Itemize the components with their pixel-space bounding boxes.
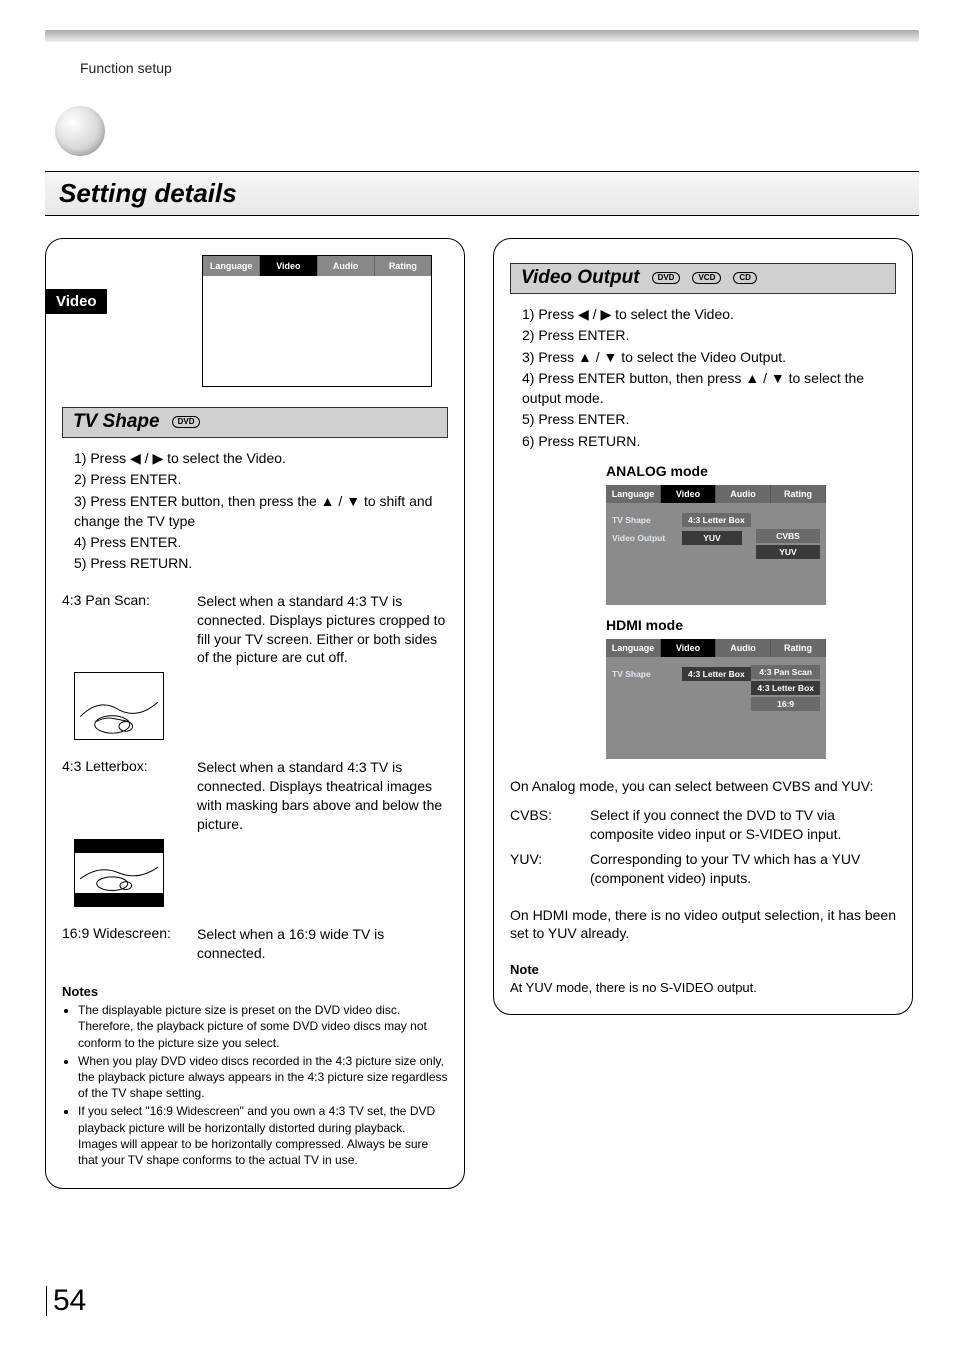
- option-row: 4:3 Letterbox: Select when a standard 4:…: [62, 758, 448, 834]
- step: 3) Press ▲ / ▼ to select the Video Outpu…: [522, 347, 896, 367]
- analog-osd-menu: Language Video Audio Rating TV Shape 4:3…: [606, 485, 826, 605]
- cd-tag: CD: [733, 272, 757, 284]
- notes-heading: Notes: [62, 983, 448, 1001]
- dvd-tag: DVD: [172, 416, 201, 428]
- menu-label: TV Shape: [612, 515, 676, 525]
- dvd-tag: DVD: [652, 272, 681, 284]
- osd-tab: Video: [260, 256, 317, 276]
- def-key: CVBS:: [510, 806, 590, 844]
- hdmi-osd-menu: Language Video Audio Rating TV Shape 4:3…: [606, 639, 826, 759]
- dropdown-item: 16:9: [751, 697, 820, 711]
- menu-value: 4:3 Letter Box: [682, 667, 751, 681]
- note-item: The displayable picture size is preset o…: [78, 1002, 448, 1051]
- option-row: 16:9 Widescreen: Select when a 16:9 wide…: [62, 925, 448, 963]
- step: 4) Press ENTER button, then press ▲ / ▼ …: [522, 368, 896, 409]
- step: 5) Press ENTER.: [522, 409, 896, 429]
- osd-tab: Video: [661, 639, 716, 657]
- video-output-header: Video Output DVD VCD CD: [510, 263, 896, 294]
- osd-tab: Video: [661, 485, 716, 503]
- left-panel: Video Language Video Audio Rating TV Sha…: [45, 238, 465, 1189]
- notes-block: Notes The displayable picture size is pr…: [62, 983, 448, 1168]
- note-block: Note At YUV mode, there is no S-VIDEO ou…: [510, 961, 896, 996]
- step: 1) Press ◀ / ▶ to select the Video.: [74, 448, 448, 468]
- note-item: When you play DVD video discs recorded i…: [78, 1053, 448, 1102]
- osd-tab: Rating: [771, 485, 826, 503]
- dropdown-item: 4:3 Pan Scan: [751, 665, 820, 679]
- option-row: 4:3 Pan Scan: Select when a standard 4:3…: [62, 592, 448, 668]
- option-desc: Select when a standard 4:3 TV is connect…: [197, 758, 448, 834]
- dropdown-item: CVBS: [756, 529, 820, 543]
- menu-value: YUV: [682, 531, 742, 545]
- menu-value: 4:3 Letter Box: [682, 513, 751, 527]
- osd-tab: Language: [606, 639, 661, 657]
- menu-label: TV Shape: [612, 669, 676, 679]
- page-top-gradient: [45, 30, 919, 42]
- tv-panscan-illustration: [74, 672, 164, 740]
- analog-mode-label: ANALOG mode: [606, 463, 896, 479]
- osd-tab: Rating: [375, 256, 431, 276]
- osd-tab: Language: [606, 485, 661, 503]
- section-heading: Video Output: [521, 267, 640, 289]
- output-definitions: CVBS:Select if you connect the DVD to TV…: [510, 806, 896, 888]
- step: 5) Press RETURN.: [74, 553, 448, 573]
- option-label: 4:3 Letterbox:: [62, 758, 187, 834]
- analog-body-text: On Analog mode, you can select between C…: [510, 777, 896, 796]
- note-body: At YUV mode, there is no S-VIDEO output.: [510, 980, 757, 995]
- page-title: Setting details: [59, 178, 905, 209]
- tv-letterbox-illustration: [74, 839, 164, 907]
- video-output-steps: 1) Press ◀ / ▶ to select the Video. 2) P…: [522, 304, 896, 451]
- video-tab-label: Video: [46, 289, 107, 314]
- osd-tab: Audio: [318, 256, 375, 276]
- tv-shape-header: TV Shape DVD: [62, 407, 448, 438]
- step: 1) Press ◀ / ▶ to select the Video.: [522, 304, 896, 324]
- page-number: 54: [46, 1286, 86, 1316]
- step: 4) Press ENTER.: [74, 532, 448, 552]
- bullet-icon: [55, 106, 105, 156]
- vcd-tag: VCD: [692, 272, 721, 284]
- note-heading: Note: [510, 961, 896, 979]
- dropdown-item: YUV: [756, 545, 820, 559]
- step: 2) Press ENTER.: [74, 469, 448, 489]
- option-desc: Select when a standard 4:3 TV is connect…: [197, 592, 448, 668]
- option-desc: Select when a 16:9 wide TV is connected.: [197, 925, 448, 963]
- def-key: YUV:: [510, 850, 590, 888]
- section-heading: TV Shape: [73, 411, 160, 433]
- def-value: Select if you connect the DVD to TV via …: [590, 806, 896, 844]
- tv-shape-steps: 1) Press ◀ / ▶ to select the Video. 2) P…: [74, 448, 448, 574]
- option-label: 4:3 Pan Scan:: [62, 592, 187, 668]
- option-label: 16:9 Widescreen:: [62, 925, 187, 963]
- right-panel: Video Output DVD VCD CD 1) Press ◀ / ▶ t…: [493, 238, 913, 1015]
- menu-label: Video Output: [612, 533, 676, 543]
- title-bar: Setting details: [45, 171, 919, 216]
- osd-tab: Audio: [716, 639, 771, 657]
- step: 3) Press ENTER button, then press the ▲ …: [74, 491, 448, 532]
- def-value: Corresponding to your TV which has a YUV…: [590, 850, 896, 888]
- osd-tab: Audio: [716, 485, 771, 503]
- hdmi-body-text: On HDMI mode, there is no video output s…: [510, 906, 896, 944]
- osd-preview-empty: Language Video Audio Rating: [202, 255, 432, 387]
- step: 6) Press RETURN.: [522, 431, 896, 451]
- step: 2) Press ENTER.: [522, 325, 896, 345]
- breadcrumb: Function setup: [80, 60, 919, 76]
- osd-tab: Language: [203, 256, 260, 276]
- dropdown-item: 4:3 Letter Box: [751, 681, 820, 695]
- osd-tab: Rating: [771, 639, 826, 657]
- hdmi-mode-label: HDMI mode: [606, 617, 896, 633]
- note-item: If you select "16:9 Widescreen" and you …: [78, 1103, 448, 1168]
